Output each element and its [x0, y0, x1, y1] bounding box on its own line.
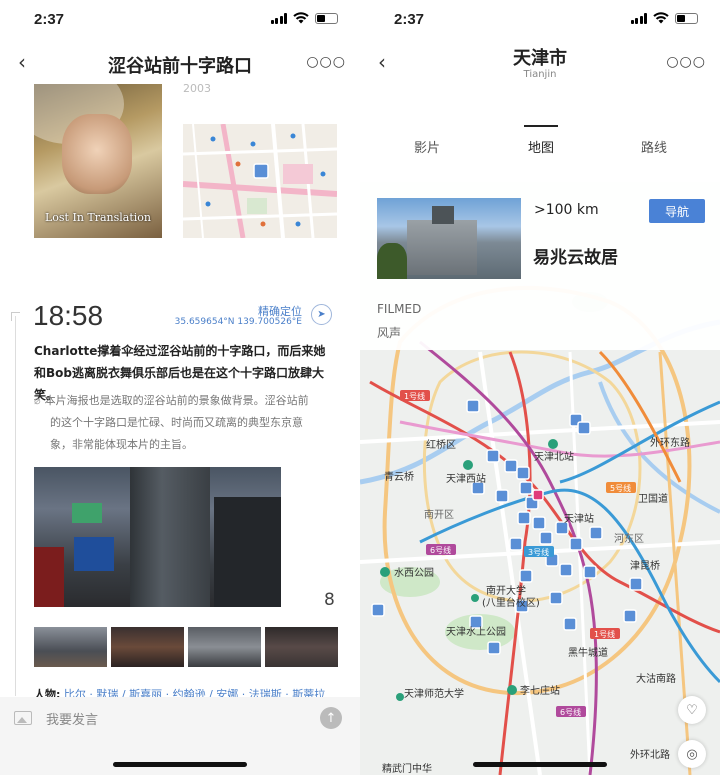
- status-icons: [630, 12, 698, 24]
- map-label: 天津站: [564, 512, 594, 525]
- metro-line-label: 6号线: [560, 707, 581, 717]
- send-button[interactable]: ↑: [320, 707, 342, 729]
- map-label: 外环东路: [650, 436, 690, 449]
- image-icon[interactable]: [14, 711, 32, 725]
- nav-bar: ‹ 天津市 Tianjin ○○○: [360, 40, 720, 86]
- battery-icon: [315, 12, 338, 24]
- map-label: 水西公园: [394, 567, 434, 579]
- locate-me-button[interactable]: ◎: [678, 740, 706, 768]
- arrow-up-icon: ↑: [325, 710, 337, 726]
- comment-input[interactable]: 我要发言: [46, 709, 98, 728]
- page-title: 天津市: [513, 48, 567, 69]
- poster-title: Lost In Translation: [44, 211, 152, 224]
- metro-line-label: 3号线: [528, 547, 549, 557]
- navigate-button[interactable]: 导航: [649, 199, 705, 223]
- crosshair-icon: ◎: [686, 746, 698, 762]
- signal-icon: [270, 12, 287, 24]
- location-card[interactable]: >100 km 导航 易兆云故居: [360, 182, 720, 295]
- map-label: 红桥区: [426, 438, 456, 451]
- battery-icon: [675, 12, 698, 24]
- map-label: 天津西站: [446, 472, 486, 485]
- film-source: FILMED: [377, 302, 422, 316]
- photo-count: 8: [324, 590, 335, 610]
- map-label: 天津师范大学: [404, 687, 464, 700]
- status-bar: 2:37: [360, 0, 720, 40]
- note-line-2: 的这个十字路口是忙碌、时尚而又疏离的典型东京意: [50, 416, 303, 429]
- status-bar: 2:37: [0, 0, 360, 40]
- map-label: 南开区: [424, 508, 454, 521]
- status-icons: [270, 12, 338, 24]
- tab-bar: 影片 地图 路线: [360, 125, 720, 165]
- film-title[interactable]: 风声: [377, 324, 401, 341]
- minimap-graphic: [183, 124, 337, 238]
- location-minimap[interactable]: [183, 124, 337, 238]
- chevron-left-icon: ‹: [378, 50, 386, 74]
- film-year: 2003: [183, 82, 211, 95]
- map-label: 精武门中华: [382, 762, 432, 775]
- status-time: 2:37: [34, 11, 65, 28]
- tag-icon: ⌀: [34, 394, 41, 407]
- distance-label: >100 km: [534, 202, 599, 218]
- metro-line-label: 5号线: [610, 483, 631, 493]
- thumbnail[interactable]: [34, 627, 107, 667]
- section-divider: [0, 252, 360, 262]
- map-label: 津昆桥: [630, 560, 660, 572]
- wifi-icon: [293, 12, 309, 24]
- active-tab-indicator: [524, 125, 558, 127]
- map-label: 河东区: [614, 532, 644, 545]
- map-label: 黑牛城道: [568, 646, 608, 659]
- scene-photo[interactable]: [34, 467, 281, 607]
- tab-map[interactable]: 地图: [511, 137, 571, 156]
- home-indicator: [473, 762, 607, 767]
- map-label: 天津水上公园: [446, 626, 506, 638]
- home-indicator: [113, 762, 247, 767]
- right-screen: 红桥区 天津北站 天津西站 青云桥 天津站 南开区 河东区 南开大学 (八里台校…: [360, 0, 720, 775]
- map-label: 外环北路: [630, 748, 670, 761]
- note-line-1: 本片海报也是选取的涩谷站前的景象做背景。涩谷站前: [44, 394, 309, 407]
- film-poster[interactable]: Lost In Translation: [34, 84, 162, 238]
- location-arrow-icon: ➤: [317, 309, 326, 320]
- more-options-button[interactable]: ○○○: [666, 54, 706, 70]
- thumbnail[interactable]: [188, 627, 261, 667]
- chat-icon: ♡: [686, 702, 698, 718]
- locate-button[interactable]: ➤: [311, 304, 332, 325]
- metro-line-label: 6号线: [430, 545, 451, 555]
- status-time: 2:37: [394, 11, 425, 28]
- note-line-3: 象，非常能体现本片的主旨。: [50, 438, 193, 451]
- timeline-line: [15, 316, 16, 696]
- page-title: 涩谷站前十字路口: [108, 56, 252, 77]
- map-label: 南开大学: [486, 584, 526, 597]
- chat-bubble-button[interactable]: ♡: [678, 696, 706, 724]
- metro-line-label: 1号线: [404, 391, 425, 401]
- thumbnail[interactable]: [111, 627, 184, 667]
- place-name: 易兆云故居: [533, 248, 618, 268]
- film-info: FILMED 风声: [360, 295, 720, 350]
- wifi-icon: [653, 12, 669, 24]
- thumbnail[interactable]: [265, 627, 338, 667]
- map-label: 大沽南路: [636, 672, 676, 685]
- map-label: 天津北站: [534, 450, 574, 463]
- location-photo[interactable]: [377, 198, 521, 279]
- signal-icon: [630, 12, 647, 24]
- page-subtitle: Tianjin: [523, 69, 557, 80]
- left-screen: 2:37 ‹ 涩谷站前十字路口 ○○○ Lost In Translation …: [0, 0, 360, 775]
- timeline-marker: [11, 312, 20, 321]
- nav-bar: ‹ 涩谷站前十字路口 ○○○: [0, 40, 360, 86]
- map-label: 李七庄站: [520, 684, 560, 697]
- map-label: 卫国道: [638, 492, 668, 505]
- tab-routes[interactable]: 路线: [624, 137, 684, 156]
- back-button[interactable]: ‹: [10, 50, 34, 74]
- map-label: 青云桥: [384, 470, 414, 483]
- photo-thumbnails: [34, 627, 338, 667]
- chevron-left-icon: ‹: [18, 50, 26, 74]
- tab-films[interactable]: 影片: [397, 137, 457, 156]
- metro-line-label: 1号线: [594, 629, 615, 639]
- back-button[interactable]: ‹: [370, 50, 394, 74]
- more-options-button[interactable]: ○○○: [306, 54, 346, 70]
- scene-time: 18:58: [33, 300, 104, 331]
- map-label: (八里台校区): [482, 596, 540, 609]
- scene-coordinates: 35.659654°N 139.700526°E: [174, 317, 302, 327]
- scene-note: ⌀ 本片海报也是选取的涩谷站前的景象做背景。涩谷站前 的这个十字路口是忙碌、时尚而…: [34, 390, 334, 456]
